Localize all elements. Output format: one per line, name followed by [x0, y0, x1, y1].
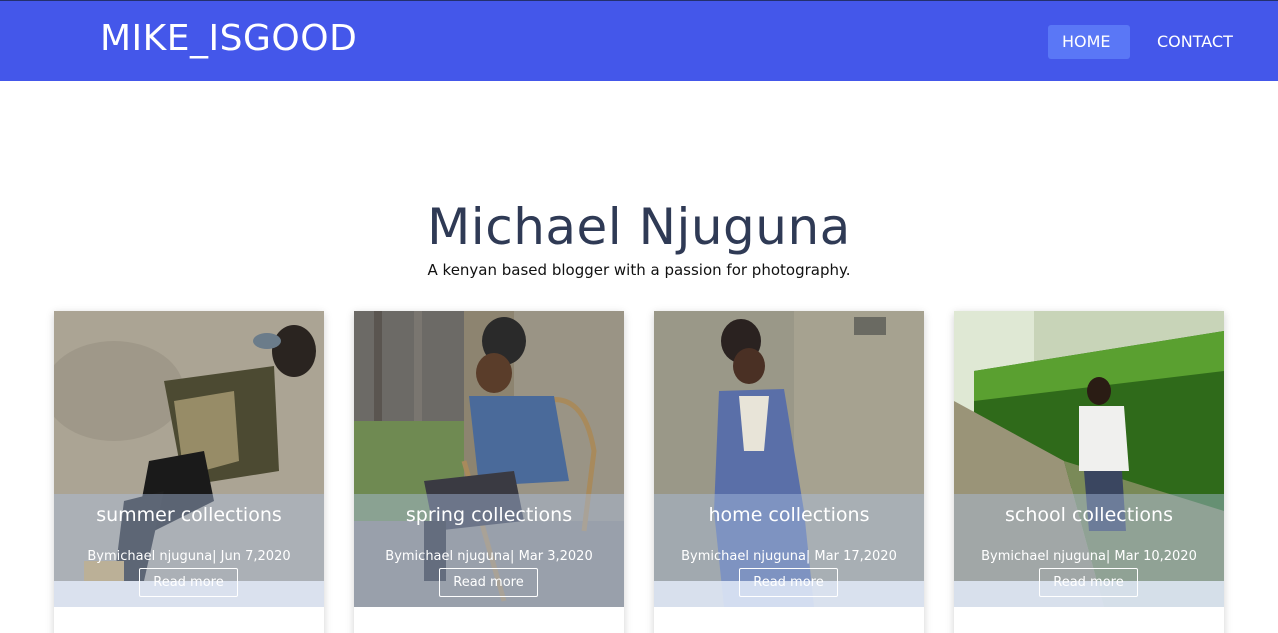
post-card-home: home collections Bymichael njuguna| Mar … [654, 311, 924, 633]
card-meta: Bymichael njuguna| Jun 7,2020 [87, 549, 291, 564]
post-card-spring: spring collections Bymichael njuguna| Ma… [354, 311, 624, 633]
read-more-button[interactable]: Read more [439, 568, 538, 597]
read-more-button[interactable]: Read more [739, 568, 838, 597]
read-more-button[interactable]: Read more [1039, 568, 1138, 597]
card-title: home collections [708, 504, 870, 526]
card-title: school collections [1004, 504, 1173, 526]
card-title: spring collections [405, 504, 573, 526]
nav-home-link[interactable]: HOME [1048, 25, 1130, 59]
nav-contact-link[interactable]: CONTACT [1143, 25, 1247, 59]
card-footer [954, 607, 1224, 633]
navbar: MIKE_ISGOOD HOME CONTACT [0, 0, 1278, 81]
card-meta: Bymichael njuguna| Mar 3,2020 [385, 549, 593, 564]
hero-title: Michael Njuguna [427, 198, 851, 256]
card-footer [54, 607, 324, 633]
brand-logo[interactable]: MIKE_ISGOOD [100, 18, 357, 59]
card-meta: Bymichael njuguna| Mar 10,2020 [981, 549, 1197, 564]
post-card-summer: summer collections Bymichael njuguna| Ju… [54, 311, 324, 633]
card-footer [654, 607, 924, 633]
hero-subtitle: A kenyan based blogger with a passion fo… [427, 261, 851, 279]
read-more-button[interactable]: Read more [139, 568, 238, 597]
card-title: summer collections [96, 504, 282, 526]
card-meta: Bymichael njuguna| Mar 17,2020 [681, 549, 897, 564]
post-card-school: school collections Bymichael njuguna| Ma… [954, 311, 1224, 633]
